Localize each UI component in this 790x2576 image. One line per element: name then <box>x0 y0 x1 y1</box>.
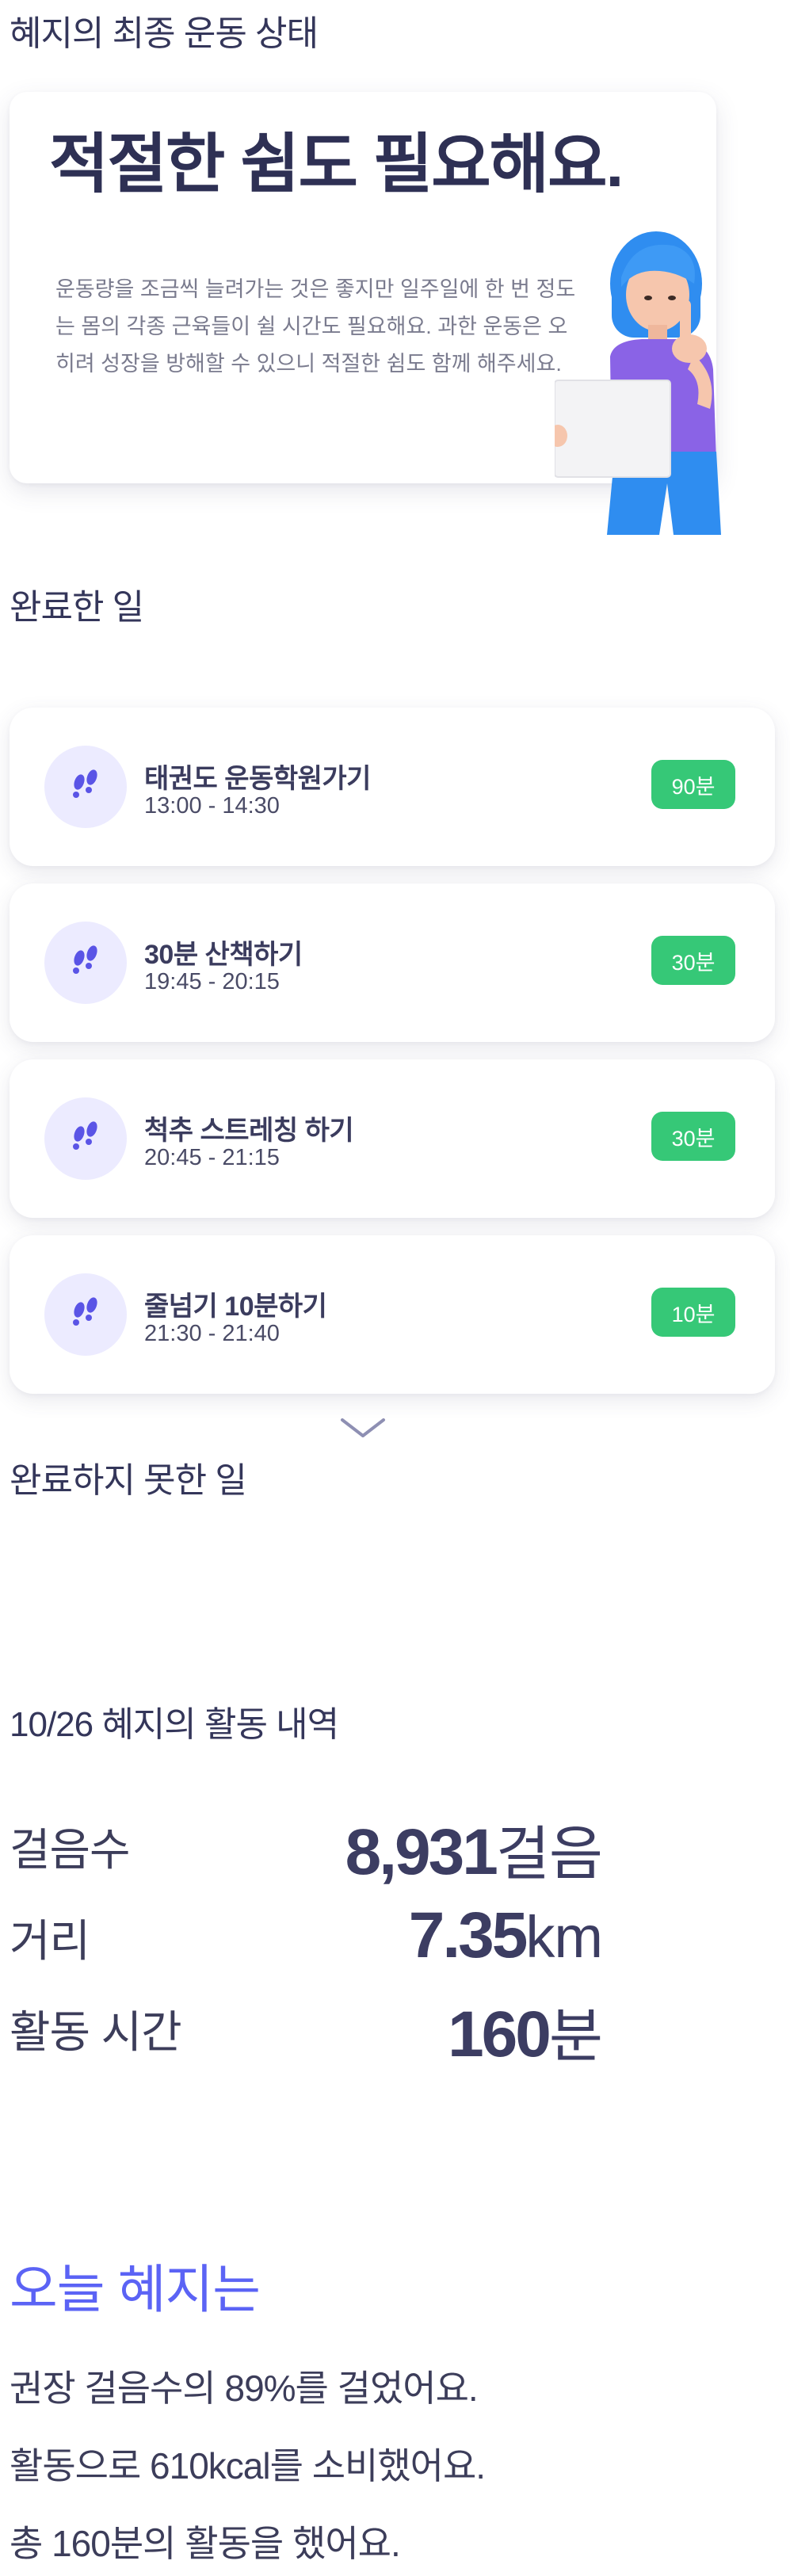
steps-label: 걸음수 <box>10 1825 131 1875</box>
completed-section-title: 완료한 일 <box>10 588 144 627</box>
duration-value: 160분 <box>448 1989 603 2074</box>
duration-badge: 30분 <box>651 1112 735 1161</box>
steps-unit: 걸음 <box>495 1821 603 1887</box>
task-title: 태권도 운동학원가기 <box>144 764 371 794</box>
status-headline: 적절한 쉼도 필요해요. <box>49 128 624 200</box>
distance-value: 7.35km <box>408 1899 603 1973</box>
activity-section-title: 10/26 혜지의 활동 내역 <box>10 1705 339 1744</box>
footprints-icon <box>44 746 127 828</box>
duration-badge: 10분 <box>651 1288 735 1337</box>
task-card[interactable]: 줄넘기 10분하기 21:30 - 21:40 10분 <box>10 1235 775 1394</box>
task-time: 20:45 - 21:15 <box>144 1145 280 1170</box>
task-time: 13:00 - 14:30 <box>144 793 280 819</box>
character-illustration <box>555 231 721 535</box>
summary-line: 권장 걸음수의 89%를 걸었어요. <box>10 2368 479 2409</box>
duration-unit: 분 <box>548 2003 603 2069</box>
footprints-icon <box>44 922 127 1004</box>
duration-label: 활동 시간 <box>10 2007 182 2057</box>
distance-number: 7.35 <box>408 1899 529 1971</box>
duration-badge: 90분 <box>651 760 735 809</box>
task-title: 척추 스트레칭 하기 <box>144 1116 354 1146</box>
status-section-title: 혜지의 최종 운동 상태 <box>10 14 319 53</box>
footprints-icon <box>44 1273 127 1356</box>
steps-number: 8,931 <box>345 1816 498 1888</box>
task-card[interactable]: 척추 스트레칭 하기 20:45 - 21:15 30분 <box>10 1059 775 1218</box>
summary-title: 오늘 혜지는 <box>10 2260 261 2318</box>
steps-value: 8,931걸음 <box>345 1807 603 1891</box>
distance-unit: km <box>525 1904 603 1970</box>
task-title: 30분 산책하기 <box>144 940 303 970</box>
distance-label: 거리 <box>10 1916 90 1966</box>
footprints-icon <box>44 1097 127 1180</box>
duration-badge: 30분 <box>651 936 735 985</box>
task-card[interactable]: 태권도 운동학원가기 13:00 - 14:30 90분 <box>10 708 775 866</box>
summary-line: 활동으로 610kcal를 소비했어요. <box>10 2445 486 2486</box>
incomplete-section-title: 완료하지 못한 일 <box>10 1461 247 1500</box>
chevron-down-icon[interactable] <box>339 1415 387 1441</box>
duration-number: 160 <box>448 1998 551 2070</box>
task-time: 19:45 - 20:15 <box>144 969 280 994</box>
summary-line: 총 160분의 활동을 했어요. <box>10 2523 401 2564</box>
task-card[interactable]: 30분 산책하기 19:45 - 20:15 30분 <box>10 883 775 1042</box>
status-description: 운동량을 조금씩 늘려가는 것은 좋지만 일주일에 한 번 정도는 몸의 각종 … <box>55 277 576 376</box>
task-time: 21:30 - 21:40 <box>144 1321 280 1346</box>
task-title: 줄넘기 10분하기 <box>144 1292 327 1322</box>
